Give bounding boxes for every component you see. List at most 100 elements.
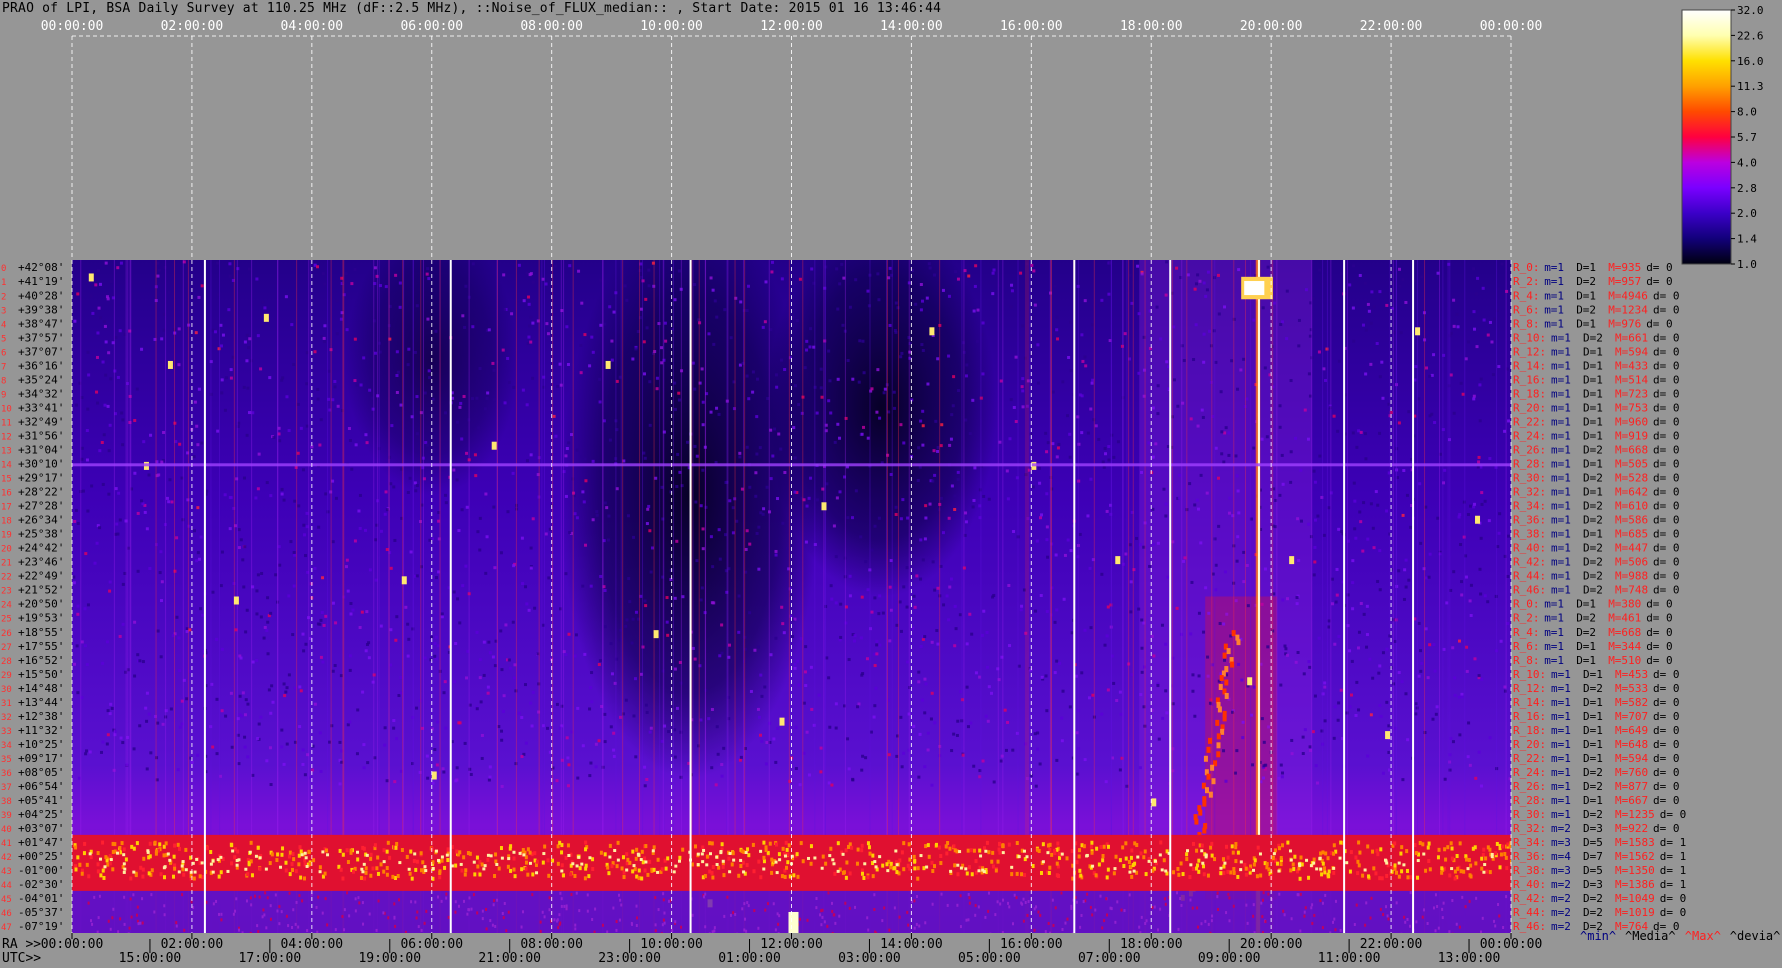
- band-hot-pixel: [895, 863, 899, 867]
- noise-pixel: [1285, 289, 1289, 293]
- band-hot-pixel: [1450, 867, 1454, 871]
- noise-pixel: [1318, 454, 1322, 458]
- stat-min: m=1: [1551, 780, 1571, 793]
- noise-pixel: [847, 767, 851, 771]
- noise-pixel: [1460, 692, 1464, 696]
- lower-pixel: [913, 926, 916, 930]
- stat-median: D=2: [1583, 443, 1603, 456]
- noise-pixel: [1003, 708, 1007, 712]
- streak: [891, 260, 893, 933]
- band-pixel: [809, 861, 813, 866]
- beam-number: 5: [1, 334, 6, 344]
- streak: [1322, 260, 1324, 933]
- declination-label: +26°34': [18, 514, 64, 527]
- noise-pixel: [199, 535, 203, 539]
- noise-pixel: [1152, 654, 1156, 658]
- band-pixel: [379, 862, 383, 867]
- band-pixel: [829, 846, 833, 851]
- noise-pixel: [655, 376, 659, 380]
- noise-pixel: [1140, 670, 1144, 674]
- band-pixel: [294, 869, 298, 874]
- noise-pixel: [1055, 608, 1059, 612]
- noise-pixel: [754, 494, 758, 498]
- noise-pixel: [1281, 320, 1285, 324]
- band-pixel: [856, 847, 860, 852]
- noise-pixel: [514, 689, 518, 693]
- noise-pixel: [1468, 763, 1472, 767]
- noise-pixel: [442, 691, 446, 695]
- noise-pixel: [1351, 581, 1355, 585]
- band-pixel: [664, 866, 668, 871]
- lower-pixel: [662, 892, 665, 896]
- noise-pixel: [1260, 437, 1264, 441]
- noise-pixel: [579, 343, 583, 347]
- noise-pixel: [1337, 527, 1341, 531]
- band-pixel: [991, 850, 995, 855]
- noise-pixel: [395, 390, 399, 394]
- noise-pixel: [1032, 269, 1036, 273]
- noise-pixel: [554, 434, 558, 438]
- noise-pixel: [444, 726, 448, 730]
- noise-pixel: [623, 284, 627, 288]
- noise-pixel: [1020, 385, 1024, 389]
- lower-pixel: [757, 926, 760, 930]
- noise-pixel: [141, 502, 145, 506]
- noise-pixel: [351, 608, 355, 612]
- lower-pixel: [317, 895, 320, 899]
- noise-pixel: [285, 742, 289, 746]
- noise-pixel: [753, 648, 757, 652]
- band-pixel: [1436, 855, 1440, 860]
- lower-pixel: [619, 898, 622, 902]
- band-pixel: [889, 865, 893, 870]
- noise-pixel: [999, 759, 1003, 763]
- ra-tick-label: 18:00:00: [1120, 937, 1183, 952]
- band-hot-pixel: [807, 856, 811, 860]
- noise-pixel: [774, 553, 778, 557]
- noise-pixel: [956, 470, 960, 474]
- band-pixel: [610, 864, 614, 869]
- noise-pixel: [633, 677, 637, 681]
- noise-pixel: [1433, 421, 1437, 425]
- noise-pixel: [603, 588, 607, 592]
- band-hot-pixel: [1297, 862, 1301, 866]
- noise-pixel: [196, 551, 200, 555]
- band-hot-pixel: [445, 853, 449, 857]
- noise-pixel: [242, 585, 246, 589]
- lower-pixel: [806, 918, 809, 922]
- stat-beam: R_24:: [1513, 766, 1546, 779]
- noise-pixel: [999, 379, 1003, 383]
- band-hot-pixel: [1186, 849, 1190, 853]
- noise-pixel: [876, 272, 880, 276]
- lower-pixel: [1008, 905, 1011, 909]
- band-pixel: [395, 841, 399, 846]
- beam-number: 34: [1, 741, 12, 751]
- lower-pixel: [654, 929, 657, 933]
- colorbar-tick-label: 4.0: [1737, 156, 1757, 169]
- band-hot-pixel: [180, 864, 184, 868]
- lower-pixel: [821, 915, 824, 919]
- noise-pixel: [987, 497, 991, 501]
- band-pixel: [801, 859, 805, 864]
- noise-pixel: [238, 694, 242, 698]
- lower-pixel: [989, 932, 992, 933]
- lower-pixel: [988, 891, 991, 895]
- noise-pixel: [573, 654, 577, 658]
- noise-pixel: [177, 636, 181, 640]
- noise-pixel: [245, 359, 249, 363]
- band-pixel: [135, 841, 139, 846]
- noise-pixel: [291, 633, 295, 637]
- utc-tick-label: 17:00:00: [239, 951, 302, 966]
- lower-pixel: [153, 910, 156, 914]
- band-pixel: [998, 850, 1002, 855]
- lower-pixel: [1267, 892, 1270, 896]
- band-pixel: [1053, 851, 1057, 856]
- noise-pixel: [278, 439, 282, 443]
- beam-number: 22: [1, 573, 12, 583]
- lower-pixel: [729, 913, 732, 917]
- stat-dev: d= 0: [1653, 443, 1680, 456]
- noise-pixel: [321, 660, 325, 664]
- band-pixel: [1320, 872, 1324, 877]
- lower-pixel: [387, 916, 390, 920]
- beam-number: 41: [1, 839, 12, 849]
- band-pixel: [521, 848, 525, 853]
